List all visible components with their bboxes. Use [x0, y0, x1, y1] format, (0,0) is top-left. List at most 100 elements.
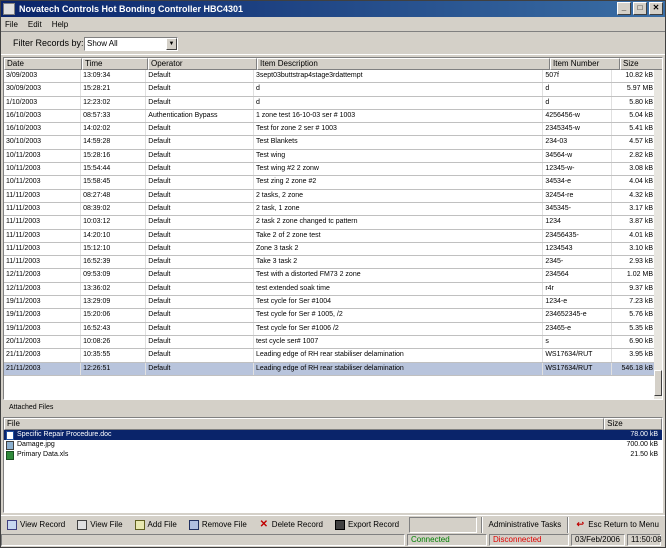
cell-item-description: d — [254, 96, 544, 109]
table-row[interactable]: 10/11/2003 15:28:16 Default Test wing 34564-… — [4, 149, 656, 164]
cell-date: 10/11/2003 — [4, 163, 82, 176]
cell-size: 5.97 MB — [612, 83, 656, 96]
table-row[interactable]: 11/11/2003 14:20:10 Default Take 2 of 2 zon… — [4, 229, 656, 243]
delete-record-button[interactable]: ✕ Delete Record — [253, 517, 329, 533]
cell-item-description: 1 zone test 16-10-03 ser # 1003 — [254, 109, 544, 123]
cell-time: 08:39:02 — [81, 202, 147, 216]
cell-size: 5.04 kB — [612, 109, 656, 123]
table-row[interactable]: 11/11/2003 08:27:48 Default 2 tasks, 2 zone… — [4, 189, 656, 203]
cell-item-number: 1234 — [543, 216, 613, 229]
spreadsheet-file-icon — [6, 450, 14, 460]
cell-date: 10/11/2003 — [4, 176, 82, 189]
column-header-item-number[interactable]: Item Number — [550, 58, 620, 70]
column-header-item-description[interactable]: Item Description — [257, 58, 550, 70]
export-record-label: Export Record — [347, 520, 400, 529]
column-header-size[interactable]: Size — [620, 58, 662, 70]
chevron-down-icon[interactable]: ▼ — [166, 38, 177, 50]
cell-item-description: Test for zone 2 ser # 1003 — [254, 123, 544, 136]
cell-time: 15:12:10 — [81, 242, 147, 256]
cell-item-number: WS17634/RUT — [543, 362, 613, 375]
table-row[interactable]: 16/10/2003 08:57:33 Authentication Bypass 1… — [4, 109, 656, 124]
remove-file-label: Remove File — [201, 520, 247, 529]
cell-item-number: 12345-w- — [543, 163, 613, 176]
cell-item-number: 1234-e — [543, 296, 613, 309]
cell-size: 4.04 kB — [612, 176, 656, 189]
remove-file-button[interactable]: Remove File — [183, 517, 253, 533]
table-row[interactable]: 19/11/2003 13:29:09 Default Test cycle for … — [4, 296, 656, 310]
esc-return-to-menu-button[interactable]: ↩ Esc Return to Menu — [569, 517, 665, 533]
delete-x-icon: ✕ — [259, 518, 268, 530]
cell-item-description: Test Blankets — [254, 136, 544, 149]
filter-records-select[interactable]: Show All ▼ — [84, 37, 178, 51]
list-item[interactable]: Damage.jpg 700.00 kB — [4, 440, 662, 450]
cell-size: 3.10 kB — [612, 242, 656, 256]
menu-file[interactable]: File — [5, 20, 18, 29]
scrollbar-thumb[interactable] — [654, 370, 662, 396]
cell-date: 11/11/2003 — [4, 242, 82, 256]
action-toolbar: View Record View File Add File Remove Fi… — [1, 515, 665, 533]
cell-date: 30/10/2003 — [4, 136, 82, 149]
table-row[interactable]: 16/10/2003 14:02:02 Default Test for zone 2… — [4, 123, 656, 137]
list-item[interactable]: Specific Repair Procedure.doc 78.00 kB — [4, 430, 662, 440]
table-row[interactable]: 21/11/2003 12:26:51 Default Leading edge of… — [4, 362, 656, 376]
close-button[interactable]: ✕ — [649, 2, 663, 15]
table-row[interactable]: 19/11/2003 15:20:06 Default Test cycle for … — [4, 309, 656, 323]
table-row[interactable]: 21/11/2003 10:35:55 Default Leading edge of… — [4, 349, 656, 363]
cell-size: 10.82 kB — [612, 70, 656, 83]
table-row[interactable]: 30/10/2003 14:59:28 Default Test Blankets 23… — [4, 136, 656, 150]
attached-files-header: File Size — [4, 418, 662, 430]
cell-time: 15:28:21 — [81, 83, 147, 96]
cell-operator: Default — [146, 322, 254, 335]
table-row[interactable]: 3/09/2003 13:09:34 Default 3sept03buttstrap… — [4, 70, 656, 84]
table-row[interactable]: 11/11/2003 16:52:39 Default Take 3 task 2 23… — [4, 256, 656, 270]
minimize-button[interactable]: _ — [617, 2, 631, 15]
table-row[interactable]: 20/11/2003 10:08:26 Default test cycle ser#… — [4, 335, 656, 350]
menu-edit[interactable]: Edit — [28, 20, 42, 29]
table-row[interactable]: 11/11/2003 15:12:10 Default Zone 3 task 2 12… — [4, 242, 656, 257]
records-vertical-scrollbar[interactable] — [654, 70, 662, 399]
file-name-cell: Primary Data.xls — [4, 450, 604, 460]
cell-time: 16:52:39 — [81, 256, 147, 269]
cell-time: 13:36:02 — [81, 282, 147, 296]
administrative-tasks-label: Administrative Tasks — [488, 520, 562, 529]
cell-time: 12:23:02 — [81, 96, 147, 109]
title-bar[interactable]: Novatech Controls Hot Bonding Controller… — [1, 1, 665, 17]
cell-time: 15:54:44 — [81, 163, 147, 176]
cell-item-number: 234564 — [543, 269, 613, 282]
table-row[interactable]: 10/11/2003 15:58:45 Default Test zing 2 zon… — [4, 176, 656, 190]
table-row[interactable]: 12/11/2003 09:53:09 Default Test with a dis… — [4, 269, 656, 283]
cell-item-description: Test cycle for Ser # 1005, /2 — [254, 309, 544, 322]
column-header-file-size[interactable]: Size — [604, 418, 662, 430]
maximize-button[interactable]: □ — [633, 2, 647, 15]
cell-operator: Default — [146, 256, 254, 269]
cell-size: 1.02 MB — [612, 269, 656, 282]
table-row[interactable]: 11/11/2003 08:39:02 Default 2 task, 1 zone 3… — [4, 202, 656, 217]
cell-size: 4.32 kB — [612, 189, 656, 202]
add-file-button[interactable]: Add File — [129, 517, 183, 533]
table-row[interactable]: 10/11/2003 15:54:44 Default Test wing #2 2 … — [4, 163, 656, 177]
column-header-file[interactable]: File — [4, 418, 605, 430]
cell-operator: Default — [146, 96, 254, 109]
column-header-operator[interactable]: Operator — [148, 58, 257, 70]
cell-operator: Default — [146, 136, 254, 149]
column-header-date[interactable]: Date — [4, 58, 82, 70]
table-row[interactable]: 19/11/2003 16:52:43 Default Test cycle for … — [4, 322, 656, 336]
table-row[interactable]: 12/11/2003 13:36:02 Default test extended s… — [4, 282, 656, 297]
table-row[interactable]: 11/11/2003 10:03:12 Default 2 task 2 zone c… — [4, 216, 656, 230]
list-item[interactable]: Primary Data.xls 21.50 kB — [4, 450, 662, 460]
cell-operator: Default — [146, 202, 254, 216]
export-record-button[interactable]: Export Record — [329, 517, 405, 533]
cell-size: 5.41 kB — [612, 123, 656, 136]
attached-files-body: Specific Repair Procedure.doc 78.00 kB Dam… — [4, 430, 662, 460]
table-row[interactable]: 1/10/2003 12:23:02 Default d d 5.80 kB — [4, 96, 656, 110]
column-header-time[interactable]: Time — [82, 58, 148, 70]
cell-item-number: 4256456-w — [543, 109, 613, 123]
cell-time: 09:53:09 — [81, 269, 147, 282]
view-record-button[interactable]: View Record — [1, 517, 71, 533]
add-file-icon — [134, 519, 145, 530]
menu-help[interactable]: Help — [52, 20, 68, 29]
administrative-tasks-button[interactable]: Administrative Tasks — [483, 517, 568, 533]
view-file-button[interactable]: View File — [71, 517, 128, 533]
cell-date: 30/09/2003 — [4, 83, 82, 96]
table-row[interactable]: 30/09/2003 15:28:21 Default d d 5.97 MB — [4, 83, 656, 97]
